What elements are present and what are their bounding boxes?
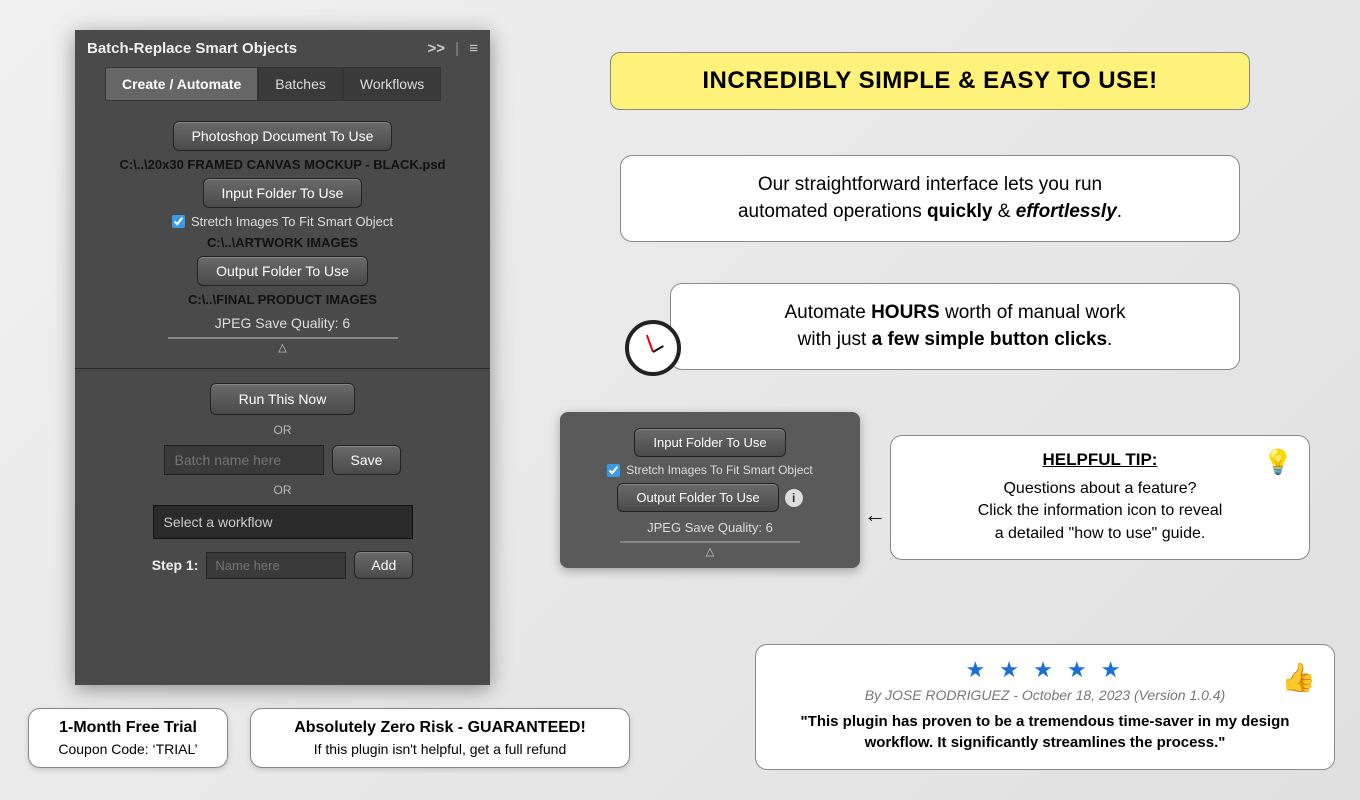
thumbs-up-icon: 👍: [1281, 661, 1316, 694]
tip-title: HELPFUL TIP:: [911, 450, 1289, 470]
tip-card: 💡 HELPFUL TIP: Questions about a feature…: [890, 435, 1310, 560]
stretch-checkbox[interactable]: [172, 215, 185, 228]
mini-output-folder-button[interactable]: Output Folder To Use: [617, 483, 778, 512]
clock-icon: [625, 320, 681, 376]
mini-stretch-checkbox[interactable]: [607, 464, 620, 477]
risk-title: Absolutely Zero Risk - GUARANTEED!: [269, 719, 611, 737]
risk-card: Absolutely Zero Risk - GUARANTEED! If th…: [250, 708, 630, 768]
stretch-label: Stretch Images To Fit Smart Object: [191, 214, 393, 229]
headline-banner: INCREDIBLY SIMPLE & EASY TO USE!: [610, 52, 1250, 110]
tab-create-automate[interactable]: Create / Automate: [105, 67, 258, 101]
collapse-icon[interactable]: >>: [428, 40, 446, 57]
jpeg-quality-label: JPEG Save Quality: 6: [105, 315, 460, 331]
trial-title: 1-Month Free Trial: [47, 719, 209, 737]
mini-jpeg-label: JPEG Save Quality: 6: [574, 520, 846, 535]
add-step-button[interactable]: Add: [354, 551, 413, 579]
arrow-icon: ←: [864, 502, 886, 528]
review-quote: "This plugin has proven to be a tremendo…: [776, 711, 1314, 753]
tab-bar: Create / Automate Batches Workflows: [75, 67, 490, 101]
mini-input-folder-button[interactable]: Input Folder To Use: [634, 428, 785, 457]
save-batch-button[interactable]: Save: [332, 445, 402, 475]
workflow-select[interactable]: Select a workflow: [153, 505, 413, 539]
promo-card-1: Our straightforward interface lets you r…: [620, 155, 1240, 242]
risk-subtitle: If this plugin isn't helpful, get a full…: [269, 741, 611, 757]
mini-jpeg-slider[interactable]: [620, 541, 800, 543]
photoshop-document-button[interactable]: Photoshop Document To Use: [173, 121, 393, 151]
review-stars: ★ ★ ★ ★ ★: [776, 657, 1314, 683]
output-folder-button[interactable]: Output Folder To Use: [197, 256, 368, 286]
step-1-label: Step 1:: [152, 557, 199, 573]
review-card: 👍 ★ ★ ★ ★ ★ By JOSE RODRIGUEZ - October …: [755, 644, 1335, 770]
output-path: C:\..\FINAL PRODUCT IMAGES: [105, 292, 460, 307]
batch-name-input[interactable]: [164, 445, 324, 475]
or-separator-1: OR: [105, 423, 460, 437]
info-icon[interactable]: i: [785, 489, 803, 507]
mini-stretch-label: Stretch Images To Fit Smart Object: [626, 463, 813, 477]
document-path: C:\..\20x30 FRAMED CANVAS MOCKUP - BLACK…: [105, 157, 460, 172]
input-folder-button[interactable]: Input Folder To Use: [203, 178, 363, 208]
panel-header: Batch-Replace Smart Objects >> | ≡: [75, 30, 490, 67]
run-now-button[interactable]: Run This Now: [210, 383, 356, 415]
input-path: C:\..\ARTWORK IMAGES: [105, 235, 460, 250]
tab-batches[interactable]: Batches: [258, 67, 343, 101]
trial-card: 1-Month Free Trial Coupon Code: ‘TRIAL’: [28, 708, 228, 768]
mini-panel-preview: Input Folder To Use Stretch Images To Fi…: [560, 412, 860, 568]
jpeg-quality-slider[interactable]: [168, 337, 398, 339]
or-separator-2: OR: [105, 483, 460, 497]
review-byline: By JOSE RODRIGUEZ - October 18, 2023 (Ve…: [776, 687, 1314, 703]
slider-indicator-icon: △: [105, 341, 460, 354]
panel-title: Batch-Replace Smart Objects: [87, 40, 297, 57]
plugin-panel: Batch-Replace Smart Objects >> | ≡ Creat…: [75, 30, 490, 685]
trial-subtitle: Coupon Code: ‘TRIAL’: [47, 741, 209, 757]
step-name-input[interactable]: [206, 552, 346, 579]
promo-card-2: Automate HOURS worth of manual work with…: [670, 283, 1240, 370]
mini-slider-indicator-icon: △: [574, 545, 846, 558]
tab-workflows[interactable]: Workflows: [343, 67, 441, 101]
menu-icon[interactable]: ≡: [469, 40, 478, 57]
lightbulb-icon: 💡: [1263, 448, 1293, 477]
